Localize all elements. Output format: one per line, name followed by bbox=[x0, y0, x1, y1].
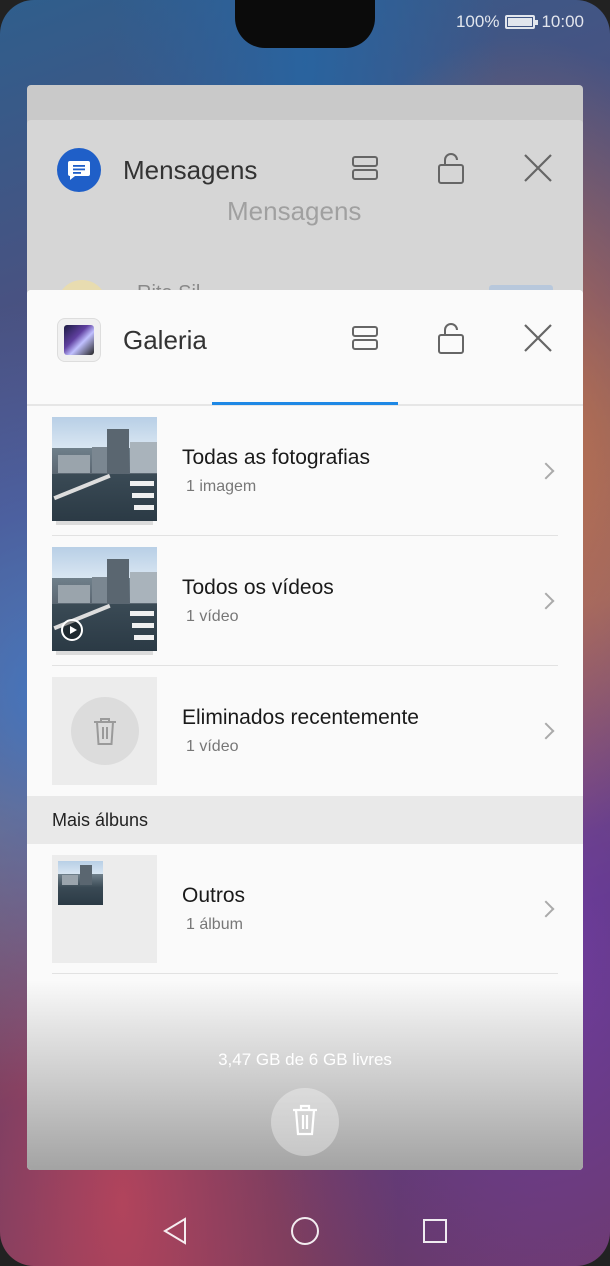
album-thumbnail bbox=[52, 855, 157, 963]
battery-percent: 100% bbox=[455, 12, 500, 31]
tab-indicator-albums bbox=[212, 402, 398, 405]
album-count: 1 imagem bbox=[186, 478, 257, 495]
trash-icon bbox=[290, 1103, 320, 1142]
play-icon bbox=[61, 619, 83, 641]
album-item-all-photos[interactable]: Todas as fotografias 1 imagem bbox=[27, 406, 583, 536]
album-thumbnail bbox=[52, 547, 157, 655]
close-icon[interactable] bbox=[523, 323, 553, 358]
album-item-all-videos[interactable]: Todos os vídeos 1 vídeo bbox=[27, 536, 583, 666]
album-name: Outros bbox=[182, 884, 246, 907]
unlock-icon[interactable] bbox=[437, 321, 465, 360]
recents-icon[interactable] bbox=[421, 1217, 449, 1250]
status-bar: 100% 10:00 bbox=[456, 12, 584, 32]
album-count: 1 álbum bbox=[186, 916, 243, 933]
battery-icon bbox=[505, 15, 539, 29]
chevron-right-icon bbox=[537, 592, 555, 610]
album-thumbnail bbox=[52, 417, 157, 525]
gallery-app-icon bbox=[57, 318, 101, 362]
album-name: Todas as fotografias bbox=[182, 446, 370, 469]
app-title: Galeria bbox=[123, 324, 207, 355]
album-count: 1 vídeo bbox=[186, 608, 239, 625]
navigation-bar bbox=[0, 1200, 610, 1266]
split-screen-icon[interactable] bbox=[351, 155, 379, 186]
album-name: Eliminados recentemente bbox=[182, 706, 419, 729]
app-title: Mensagens bbox=[123, 154, 258, 185]
close-icon[interactable] bbox=[523, 153, 553, 188]
chevron-right-icon bbox=[537, 900, 555, 918]
album-name: Todos os vídeos bbox=[182, 576, 334, 599]
messages-app-icon bbox=[57, 148, 101, 192]
ghost-title: Mensagens bbox=[227, 196, 362, 226]
section-header-more-albums: Mais álbuns bbox=[27, 796, 583, 844]
card-header: Galeria bbox=[27, 290, 583, 390]
home-icon[interactable] bbox=[289, 1215, 321, 1252]
album-item-recently-deleted[interactable]: Eliminados recentemente 1 vídeo bbox=[27, 666, 583, 796]
album-list: Todas as fotografias 1 imagem Todos os v… bbox=[27, 406, 583, 974]
chevron-right-icon bbox=[537, 722, 555, 740]
display-notch bbox=[235, 0, 375, 48]
clock: 10:00 bbox=[541, 12, 584, 31]
back-icon[interactable] bbox=[161, 1216, 189, 1251]
phone-screen: 100% 10:00 Mensagens Mensagens Galeria T… bbox=[0, 0, 610, 1266]
chevron-right-icon bbox=[537, 462, 555, 480]
split-screen-icon[interactable] bbox=[351, 325, 379, 356]
clear-all-button[interactable] bbox=[271, 1088, 339, 1156]
trash-icon bbox=[70, 697, 139, 765]
storage-info: 3,47 GB de 6 GB livres bbox=[218, 1050, 392, 1069]
album-count: 1 vídeo bbox=[186, 738, 239, 755]
album-thumbnail bbox=[52, 677, 157, 785]
unlock-icon[interactable] bbox=[437, 151, 465, 190]
album-item-others[interactable]: Outros 1 álbum bbox=[27, 844, 583, 974]
